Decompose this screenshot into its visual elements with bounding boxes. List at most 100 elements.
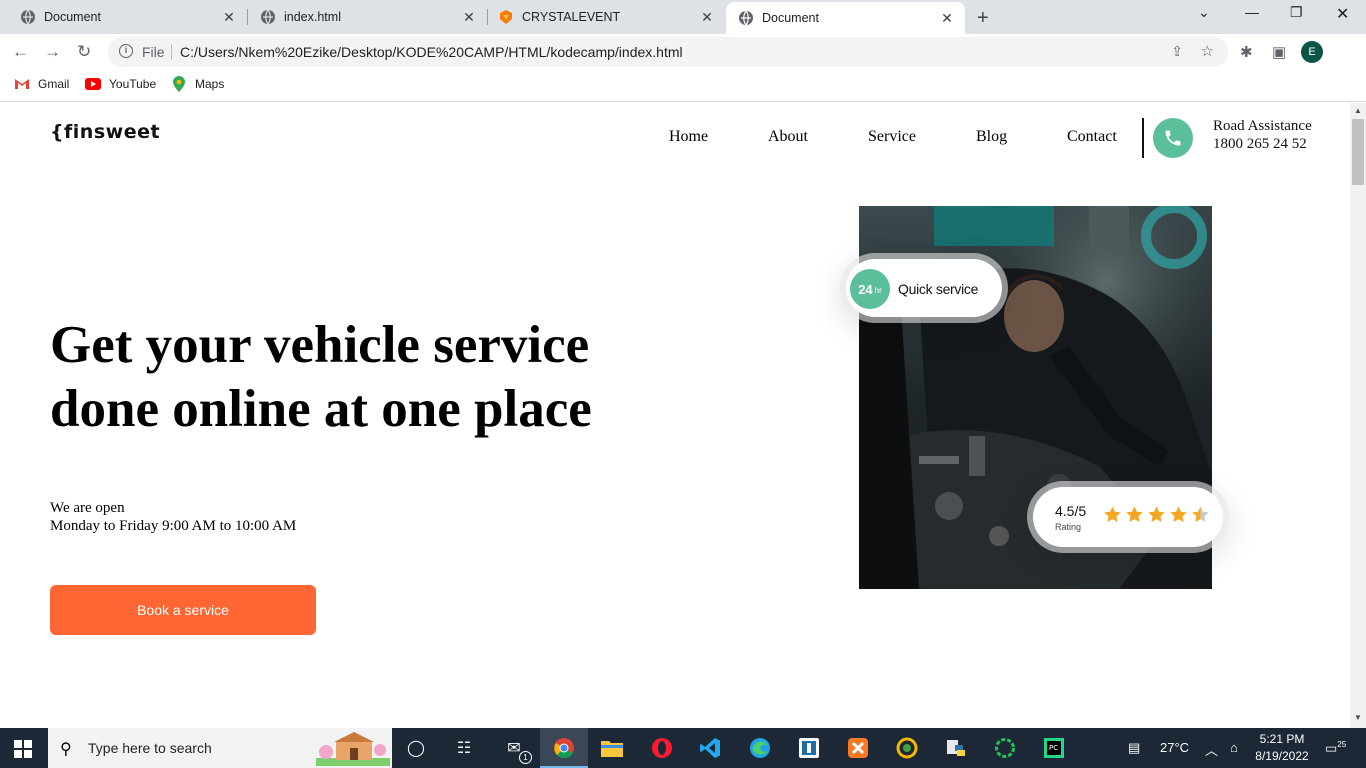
clock-time: 5:21 PM xyxy=(1259,732,1305,746)
windows-start-icon[interactable] xyxy=(14,740,32,763)
globe-icon xyxy=(20,9,36,25)
book-service-button[interactable]: Book a service xyxy=(50,585,316,635)
hours-circle: 24 hr xyxy=(850,269,890,309)
back-button[interactable]: ← xyxy=(12,42,29,62)
divider xyxy=(171,44,172,60)
open-hours: Monday to Friday 9:00 AM to 10:00 AM xyxy=(50,518,297,534)
reload-button[interactable]: ↻ xyxy=(77,42,91,62)
scroll-down-arrow-icon[interactable]: ▼ xyxy=(1354,713,1362,722)
share-icon[interactable]: ⇪ xyxy=(1171,43,1183,60)
road-assistance-phone[interactable]: 1800 265 24 52 xyxy=(1213,136,1307,153)
forward-button[interactable]: → xyxy=(44,42,61,62)
star-icon xyxy=(1104,506,1121,523)
xampp-icon[interactable] xyxy=(844,734,872,762)
star-icon xyxy=(1148,506,1165,523)
web-page: {finsweet Home About Service Blog Contac… xyxy=(0,103,1350,728)
task-view-icon[interactable]: ◯ xyxy=(402,734,430,762)
app-window-icon[interactable] xyxy=(795,734,823,762)
nav-service[interactable]: Service xyxy=(868,128,916,146)
site-logo[interactable]: {finsweet xyxy=(50,121,160,143)
bookmark-maps[interactable]: Maps xyxy=(171,76,224,92)
bookmarks-bar: Gmail YouTube Maps xyxy=(0,71,1366,102)
address-bar[interactable]: i File C:/Users/Nkem%20Ezike/Desktop/KOD… xyxy=(108,37,1228,67)
hero-title: Get your vehicle service done online at … xyxy=(50,316,592,438)
quick-service-label: Quick service xyxy=(898,281,979,297)
chameleon-icon[interactable] xyxy=(893,734,921,762)
hours-value: 24 xyxy=(858,281,873,297)
globe-icon xyxy=(738,10,754,26)
new-tab-button[interactable]: + xyxy=(977,7,989,30)
opera-icon[interactable] xyxy=(648,734,676,762)
window-close-button[interactable]: ✕ xyxy=(1336,4,1349,24)
nav-home[interactable]: Home xyxy=(669,128,708,146)
nav-about[interactable]: About xyxy=(768,128,808,146)
bookmark-gmail[interactable]: Gmail xyxy=(14,77,69,91)
tab-crystalevent[interactable]: CRYSTALEVENT ✕ xyxy=(478,0,725,34)
chevron-up-icon[interactable]: ︿ xyxy=(1205,740,1218,759)
file-explorer-icon[interactable] xyxy=(598,734,626,762)
pycharm-icon[interactable]: PC xyxy=(1040,734,1068,762)
mail-badge: 1 xyxy=(519,751,532,764)
phone-icon[interactable] xyxy=(1153,118,1193,158)
star-icon xyxy=(1192,506,1209,523)
maps-icon xyxy=(171,76,187,92)
tab-document-active[interactable]: Document ✕ xyxy=(726,2,965,34)
minimize-button[interactable]: — xyxy=(1245,4,1259,20)
globe-icon xyxy=(260,9,276,25)
python-icon[interactable] xyxy=(942,734,970,762)
widgets-icon[interactable]: ☷ xyxy=(450,734,478,762)
profile-avatar[interactable]: E xyxy=(1301,41,1323,63)
bookmark-star-icon[interactable]: ☆ xyxy=(1201,42,1214,60)
info-icon[interactable]: i xyxy=(119,44,133,58)
scroll-up-arrow-icon[interactable]: ▲ xyxy=(1354,106,1362,115)
tab-title: Document xyxy=(44,10,101,24)
tab-title: index.html xyxy=(284,10,341,24)
mail-icon[interactable]: ✉ 1 xyxy=(500,734,532,764)
extensions-icon[interactable]: ✱ xyxy=(1240,43,1253,61)
weather-icon[interactable]: ▤ xyxy=(1128,740,1140,756)
restore-button[interactable]: ❐ xyxy=(1290,4,1303,21)
tab-strip: Document ✕ index.html ✕ CRYSTALEVENT ✕ D… xyxy=(0,0,1366,34)
url-text[interactable]: C:/Users/Nkem%20Ezike/Desktop/KODE%20CAM… xyxy=(180,44,683,60)
taskbar: ⚲ Type here to search ◯ ☷ ✉ 1 PC ▤ 27°C … xyxy=(0,728,1366,768)
notifications-icon[interactable]: ▭25 xyxy=(1325,740,1346,756)
scrollbar-thumb[interactable] xyxy=(1352,119,1364,185)
rating-label: Rating xyxy=(1055,522,1082,532)
close-icon[interactable]: ✕ xyxy=(461,9,477,25)
bookmark-label: YouTube xyxy=(109,77,157,91)
quick-service-badge: 24 hr Quick service xyxy=(840,253,1008,323)
circular-app-icon[interactable] xyxy=(991,734,1019,762)
edge-icon[interactable] xyxy=(746,734,774,762)
star-icon xyxy=(1170,506,1187,523)
svg-text:PC: PC xyxy=(1049,744,1058,752)
clock-date: 8/19/2022 xyxy=(1255,749,1309,763)
bookmark-youtube[interactable]: YouTube xyxy=(85,77,156,91)
browser-toolbar: ← → ↻ i File C:/Users/Nkem%20Ezike/Deskt… xyxy=(0,34,1366,71)
chevron-down-icon[interactable]: ⌄ xyxy=(1198,4,1210,21)
star-icon xyxy=(1126,506,1143,523)
road-assistance-label: Road Assistance xyxy=(1213,118,1312,134)
tab-index-html[interactable]: index.html ✕ xyxy=(240,0,487,34)
vscode-icon[interactable] xyxy=(696,734,724,762)
network-icon[interactable]: ⌂ xyxy=(1230,740,1238,755)
side-panel-icon[interactable]: ▣ xyxy=(1272,43,1286,61)
page-scrollbar[interactable]: ▲ ▼ xyxy=(1350,103,1366,728)
search-placeholder: Type here to search xyxy=(88,740,212,756)
close-icon[interactable]: ✕ xyxy=(939,10,955,26)
tab-title: Document xyxy=(762,11,819,25)
search-highlight-illustration xyxy=(316,732,390,766)
search-icon: ⚲ xyxy=(60,741,72,758)
tab-title: CRYSTALEVENT xyxy=(522,10,621,24)
close-icon[interactable]: ✕ xyxy=(699,9,715,25)
weather-temperature[interactable]: 27°C xyxy=(1160,740,1189,755)
bookmark-label: Gmail xyxy=(38,77,70,91)
nav-contact[interactable]: Contact xyxy=(1067,128,1117,146)
system-clock[interactable]: 5:21 PM 8/19/2022 xyxy=(1252,731,1312,765)
close-icon[interactable]: ✕ xyxy=(221,9,237,25)
nav-blog[interactable]: Blog xyxy=(976,128,1007,146)
chrome-icon[interactable] xyxy=(550,734,578,762)
taskbar-search[interactable]: ⚲ Type here to search xyxy=(48,728,392,768)
nav-divider xyxy=(1142,118,1144,158)
tab-document-1[interactable]: Document ✕ xyxy=(0,0,247,34)
gmail-icon xyxy=(14,77,30,91)
